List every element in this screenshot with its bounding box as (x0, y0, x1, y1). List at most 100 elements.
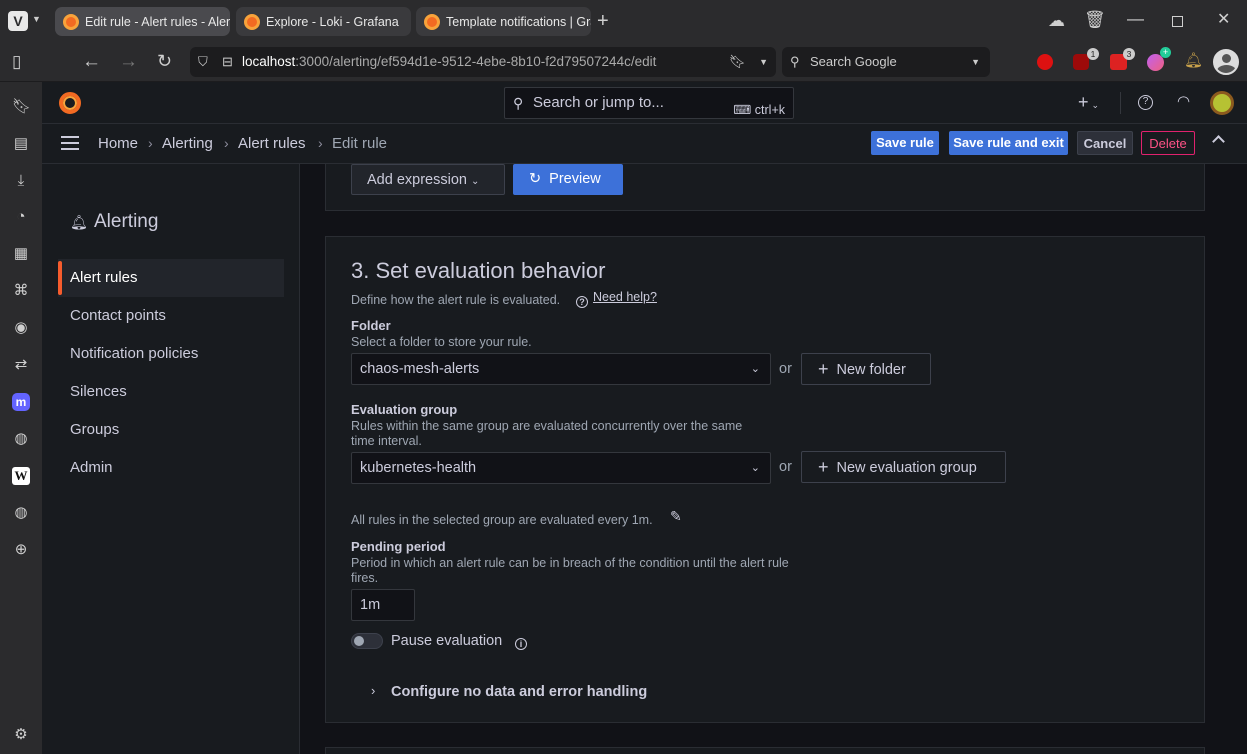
hamburger-menu-icon[interactable] (61, 136, 79, 150)
pause-evaluation-toggle[interactable] (351, 633, 383, 649)
grafana-search-placeholder: Search or jump to... (533, 94, 664, 111)
chevron-down-icon[interactable]: ▼ (971, 47, 980, 77)
breadcrumb-alert-rules[interactable]: Alert rules (238, 135, 306, 152)
new-evaluation-group-button[interactable]: + New evaluation group (801, 451, 1006, 483)
nav-item-notification-policies[interactable]: Notification policies (58, 335, 284, 373)
forward-icon[interactable]: → (119, 52, 138, 71)
bell-icon: 🔔︎ (70, 214, 88, 230)
chevron-down-icon: ⌄ (470, 176, 480, 187)
web-panel-icon[interactable]: ◍ (12, 504, 30, 522)
save-rule-button[interactable]: Save rule (871, 131, 939, 155)
add-expression-button[interactable]: Add expression ⌄ (351, 164, 505, 195)
divider (1120, 92, 1121, 114)
notes-icon[interactable]: ▦ (12, 245, 30, 263)
minimize-icon[interactable]: — (1127, 10, 1144, 27)
search-icon: ⚲ (513, 95, 524, 111)
grafana-tab-icon (424, 13, 440, 30)
pending-period-value: 1m (360, 597, 381, 613)
cloud-icon[interactable]: ☁ (1048, 12, 1065, 29)
back-icon[interactable]: ← (82, 52, 101, 71)
delete-button[interactable]: Delete (1141, 131, 1195, 155)
profile-avatar[interactable] (1213, 49, 1239, 75)
or-label: or (779, 361, 792, 377)
new-evaluation-group-label: New evaluation group (836, 460, 977, 476)
chevron-down-icon[interactable]: ▼ (32, 14, 41, 24)
need-help-link[interactable]: Need help? (593, 290, 657, 305)
folder-value: chaos-mesh-alerts (360, 361, 480, 377)
web-panel-icon[interactable]: ◍ (12, 430, 30, 448)
plus-icon: + (818, 359, 829, 379)
close-window-icon[interactable]: ✕ (1217, 12, 1230, 28)
pending-period-description-1: Period in which an alert rule can be in … (351, 556, 789, 570)
history-icon[interactable]: ◔ (12, 208, 30, 226)
reading-icon[interactable]: ◉ (12, 319, 30, 337)
preview-button[interactable]: ↻ Preview (513, 164, 623, 195)
cancel-button[interactable]: Cancel (1077, 131, 1133, 155)
tab-edit-rule[interactable]: Edit rule - Alert rules - Alert (55, 7, 230, 36)
nav-item-admin[interactable]: Admin (58, 449, 284, 487)
expressions-card: Add expression ⌄ ↻ Preview (325, 164, 1205, 211)
tab-explore[interactable]: Explore - Loki - Grafana (236, 7, 411, 36)
pending-period-label: Pending period (351, 539, 446, 554)
no-data-error-handling-toggle[interactable]: Configure no data and error handling (391, 684, 647, 700)
bookmarks-panel-icon[interactable]: 🔖︎ (12, 98, 31, 116)
url-path: :3000/alerting/ef594d1e-9512-4ebe-8b10-f… (295, 54, 657, 69)
reload-icon[interactable]: ↻ (157, 52, 172, 70)
bookmark-icon[interactable]: 🔖︎ (729, 47, 746, 77)
chevron-up-icon[interactable] (1212, 135, 1225, 148)
downloads-icon[interactable]: ⤓ (12, 172, 30, 190)
new-folder-button[interactable]: + New folder (801, 353, 931, 385)
add-panel-icon[interactable]: ⊕ (12, 541, 30, 559)
extension-bell-icon[interactable]: 🔔︎ (1184, 53, 1203, 68)
vivaldi-menu-icon[interactable]: V (8, 11, 28, 31)
nav-item-contact-points[interactable]: Contact points (58, 297, 284, 335)
breadcrumb-separator-icon: › (318, 135, 323, 151)
mastodon-icon[interactable]: m (12, 393, 30, 411)
help-icon[interactable]: ? (1138, 95, 1153, 110)
new-tab-icon[interactable]: + (597, 11, 609, 31)
new-plus-icon[interactable]: + ⌄ (1078, 93, 1099, 111)
extension-red-icon[interactable] (1037, 54, 1053, 70)
search-engine-input[interactable]: ⚲ Search Google ▼ (782, 47, 990, 77)
nav-item-label: Alert rules (70, 269, 138, 286)
tab-title: Template notifications | Gra (446, 14, 591, 29)
help-circle-icon: ? (576, 292, 588, 310)
nav-item-label: Admin (70, 459, 113, 476)
nav-item-label: Groups (70, 421, 120, 438)
save-rule-and-exit-button[interactable]: Save rule and exit (949, 131, 1068, 155)
breadcrumb-alerting[interactable]: Alerting (162, 135, 213, 152)
edit-pencil-icon[interactable]: ✎ (670, 508, 682, 525)
panel-toggle-icon[interactable]: ▯ (12, 53, 21, 70)
trash-icon[interactable]: 🗑 (1084, 11, 1106, 28)
alerting-section-nav: 🔔︎ Alerting Alert rules Contact points N… (42, 164, 300, 754)
grafana-search-input[interactable]: ⚲ Search or jump to... ⌨ ctrl+k (504, 87, 794, 119)
rss-news-icon[interactable]: ◠ (1177, 94, 1190, 109)
maximize-icon[interactable] (1172, 16, 1183, 27)
chevron-right-icon[interactable]: › (371, 683, 375, 698)
nav-item-groups[interactable]: Groups (58, 411, 284, 449)
nav-item-alert-rules[interactable]: Alert rules (58, 259, 284, 297)
pending-period-input[interactable]: 1m (351, 589, 415, 621)
tab-template-notifications[interactable]: Template notifications | Gra (416, 7, 591, 36)
wikipedia-icon[interactable]: W (12, 467, 30, 485)
translate-icon[interactable]: ⌘ (12, 282, 30, 300)
folder-select[interactable]: chaos-mesh-alerts ⌄ (351, 353, 771, 385)
settings-gear-icon[interactable]: ⚙ (12, 726, 30, 744)
keyboard-shortcut: ⌨ ctrl+k (733, 103, 785, 117)
info-icon: i (515, 634, 527, 652)
main-content: Add expression ⌄ ↻ Preview 3. Set evaluat… (301, 164, 1247, 754)
evaluation-group-value: kubernetes-health (360, 460, 477, 476)
nav-item-silences[interactable]: Silences (58, 373, 284, 411)
folder-description: Select a folder to store your rule. (351, 335, 532, 349)
url-input[interactable]: ⛉ ⊟ localhost:3000/alerting/ef594d1e-951… (190, 47, 776, 77)
breadcrumb-home[interactable]: Home (98, 135, 138, 152)
evaluation-group-select[interactable]: kubernetes-health ⌄ (351, 452, 771, 484)
tab-title: Explore - Loki - Grafana (266, 14, 399, 29)
section-title: Alerting (94, 211, 159, 232)
sync-icon[interactable]: ⇄ (12, 356, 30, 374)
user-avatar[interactable] (1210, 91, 1234, 115)
chevron-down-icon[interactable]: ▼ (759, 47, 768, 77)
reading-list-icon[interactable]: ▤ (12, 135, 30, 153)
shortcut-label: ctrl+k (754, 103, 785, 117)
grafana-logo-icon[interactable] (59, 92, 81, 114)
